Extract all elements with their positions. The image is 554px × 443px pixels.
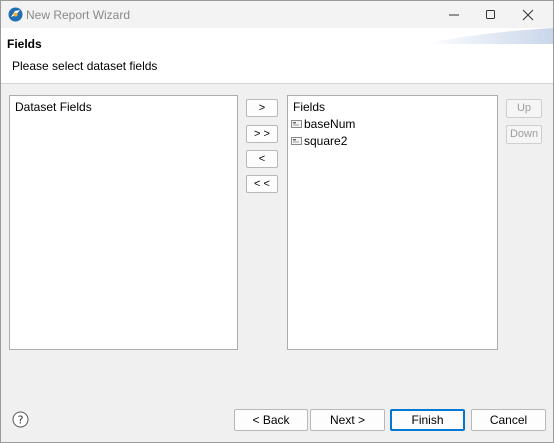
window-title: New Report Wizard <box>26 8 131 22</box>
list-item-label: square2 <box>304 134 348 148</box>
minimize-button[interactable] <box>435 1 473 28</box>
remove-field-button[interactable]: < <box>246 150 278 168</box>
next-button[interactable]: Next > <box>310 409 385 431</box>
page-title: Fields <box>7 37 42 51</box>
selected-fields-list[interactable]: Fields baseNum square2 <box>287 95 498 350</box>
move-down-button[interactable]: Down <box>506 125 542 144</box>
help-icon[interactable]: ? <box>12 411 29 428</box>
close-icon <box>522 9 534 21</box>
list-item[interactable]: baseNum <box>291 116 355 132</box>
close-button[interactable] <box>509 1 547 28</box>
header-banner-graphic <box>423 28 553 44</box>
list-item-label: baseNum <box>304 117 356 131</box>
svg-text:?: ? <box>18 414 24 427</box>
field-icon <box>291 120 302 128</box>
maximize-icon <box>486 10 495 19</box>
move-up-button[interactable]: Up <box>506 99 542 118</box>
finish-button[interactable]: Finish <box>390 409 465 431</box>
add-field-button[interactable]: > <box>246 99 278 117</box>
cancel-button[interactable]: Cancel <box>471 409 546 431</box>
minimize-icon <box>449 14 459 16</box>
page-description: Please select dataset fields <box>12 59 158 73</box>
dataset-fields-list[interactable]: Dataset Fields <box>9 95 238 350</box>
list-item[interactable]: square2 <box>291 133 347 149</box>
title-bar: New Report Wizard <box>1 1 553 28</box>
selected-fields-header: Fields <box>293 100 326 114</box>
remove-all-fields-button[interactable]: < < <box>246 175 278 193</box>
wizard-window: New Report Wizard Fields Please select d… <box>0 0 554 443</box>
maximize-button[interactable] <box>472 1 510 28</box>
add-all-fields-button[interactable]: > > <box>246 125 278 143</box>
eclipse-app-icon <box>8 7 23 22</box>
dataset-fields-header: Dataset Fields <box>15 100 92 114</box>
wizard-header: Fields Please select dataset fields <box>1 28 553 84</box>
field-icon <box>291 137 302 145</box>
back-button[interactable]: < Back <box>234 409 308 431</box>
